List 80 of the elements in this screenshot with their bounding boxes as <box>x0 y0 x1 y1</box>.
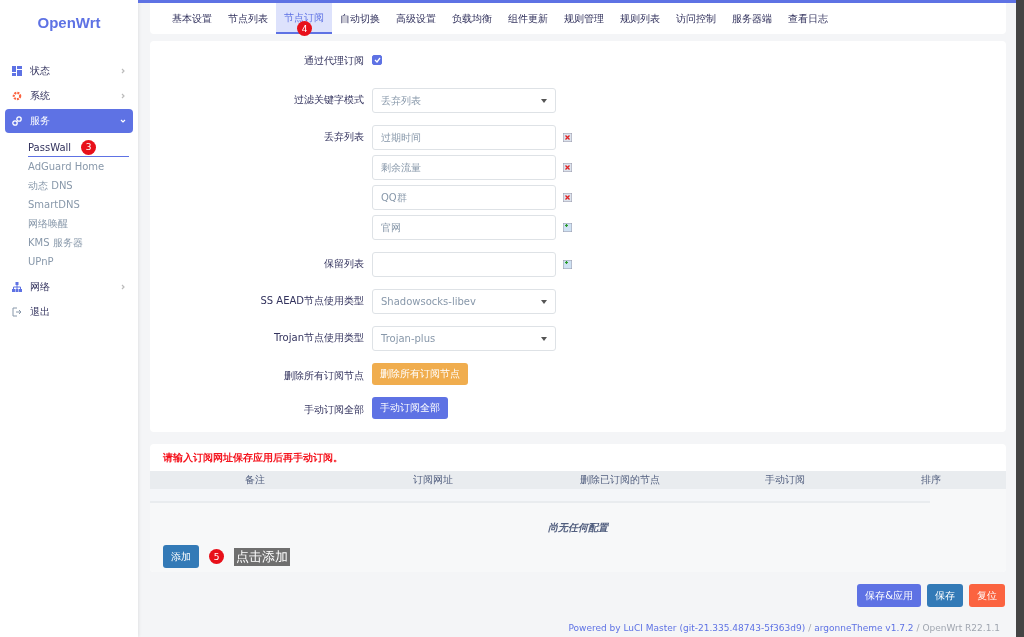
action-button[interactable]: 手动订阅全部 <box>372 397 448 419</box>
field-label: 保留列表 <box>323 257 364 271</box>
submenu-item[interactable]: UPnP <box>28 252 129 271</box>
footer-text: / OpenWrt R22.1.1 <box>916 623 1000 633</box>
hint-text: 请输入订阅网址保存应用后再手动订阅。 <box>162 451 344 465</box>
footer-text: / <box>808 623 812 633</box>
tab[interactable]: 服务器端 <box>724 3 780 34</box>
caret-icon <box>541 299 547 304</box>
logo: OpenWrt <box>36 14 102 31</box>
column-header: 删除已订阅的节点 <box>579 473 661 487</box>
field-label: 丢弃列表 <box>323 130 364 144</box>
tab[interactable]: 访问控制 <box>668 3 724 34</box>
tab[interactable]: 节点订阅 4 <box>276 3 332 34</box>
dashboard-icon <box>12 66 22 76</box>
step-badge: 4 <box>297 21 312 36</box>
nav-item[interactable]: 系统 <box>5 84 133 108</box>
input-field[interactable] <box>372 252 556 277</box>
link-icon <box>12 116 22 126</box>
scrollbar[interactable] <box>1016 0 1024 637</box>
field-label: Trojan节点使用类型 <box>273 331 364 345</box>
column-header: 备注 <box>244 473 266 487</box>
input-field[interactable]: 过期时间 <box>372 125 556 150</box>
gear-icon <box>12 91 22 101</box>
checkbox[interactable] <box>372 55 382 65</box>
submenu-item[interactable]: PassWall 3 <box>28 138 129 157</box>
tab[interactable]: 节点列表 <box>220 3 276 34</box>
chevron-icon <box>120 284 126 290</box>
field-label: SS AEAD节点使用类型 <box>259 294 364 308</box>
submenu-item[interactable]: SmartDNS <box>28 195 129 214</box>
input-field[interactable]: 官网 <box>372 215 556 240</box>
tab[interactable]: 基本设置 <box>164 3 220 34</box>
input-field[interactable]: 剩余流量 <box>372 155 556 180</box>
add-icon[interactable] <box>563 260 572 269</box>
field-label: 删除所有订阅节点 <box>283 369 364 383</box>
tab[interactable]: 高级设置 <box>388 3 444 34</box>
column-header: 订阅网址 <box>411 473 454 487</box>
caret-icon <box>541 98 547 103</box>
nav-item[interactable]: 退出 <box>5 300 133 324</box>
column-header: 排序 <box>919 473 942 487</box>
action-button[interactable]: 保存 <box>927 584 963 607</box>
input-field[interactable]: QQ群 <box>372 185 556 210</box>
tab[interactable]: 负载均衡 <box>444 3 500 34</box>
nav-item[interactable]: 网络 <box>5 275 133 299</box>
add-icon[interactable] <box>563 223 572 232</box>
tab[interactable]: 规则管理 <box>556 3 612 34</box>
chevron-icon <box>120 118 126 124</box>
nav-item[interactable]: 状态 <box>5 59 133 83</box>
chevron-icon <box>120 68 126 74</box>
tab[interactable]: 查看日志 <box>780 3 836 34</box>
select-field[interactable]: Shadowsocks-libev <box>372 289 556 314</box>
field-label: 过滤关键字模式 <box>293 93 364 107</box>
column-header: 手动订阅 <box>764 473 806 487</box>
remove-icon[interactable] <box>563 163 572 172</box>
empty-message: 尚无任何配置 <box>547 521 610 535</box>
footer-link[interactable]: Powered by LuCI Master (git-21.335.48743-5f363d9) <box>568 623 806 633</box>
network-icon <box>12 282 22 292</box>
caret-icon <box>541 336 547 341</box>
step-badge: 5 <box>209 549 224 564</box>
submenu-item[interactable]: 动态 DNS <box>28 176 129 195</box>
add-button[interactable]: 添加 <box>163 545 199 568</box>
tab[interactable]: 自动切换 <box>332 3 388 34</box>
tab[interactable]: 规则列表 <box>612 3 668 34</box>
action-button[interactable]: 保存&应用 <box>857 584 921 607</box>
field-label: 通过代理订阅 <box>303 54 364 68</box>
nav-item[interactable]: 服务 <box>5 109 133 133</box>
submenu-item[interactable]: AdGuard Home <box>28 157 129 176</box>
tab[interactable]: 组件更新 <box>500 3 556 34</box>
logout-icon <box>12 307 22 317</box>
field-label: 手动订阅全部 <box>303 403 364 417</box>
select-field[interactable]: Trojan-plus <box>372 326 556 351</box>
select-field[interactable]: 丢弃列表 <box>372 88 556 113</box>
submenu-item[interactable]: 网络唤醒 <box>28 214 129 233</box>
callout-label: 点击添加 <box>234 547 290 566</box>
action-button[interactable]: 复位 <box>969 584 1005 607</box>
submenu-item[interactable]: KMS 服务器 <box>28 233 129 252</box>
chevron-icon <box>120 93 126 99</box>
remove-icon[interactable] <box>563 133 572 142</box>
footer-link[interactable]: argonneTheme v1.7.2 <box>814 623 914 633</box>
remove-icon[interactable] <box>563 193 572 202</box>
step-badge: 3 <box>81 139 97 155</box>
